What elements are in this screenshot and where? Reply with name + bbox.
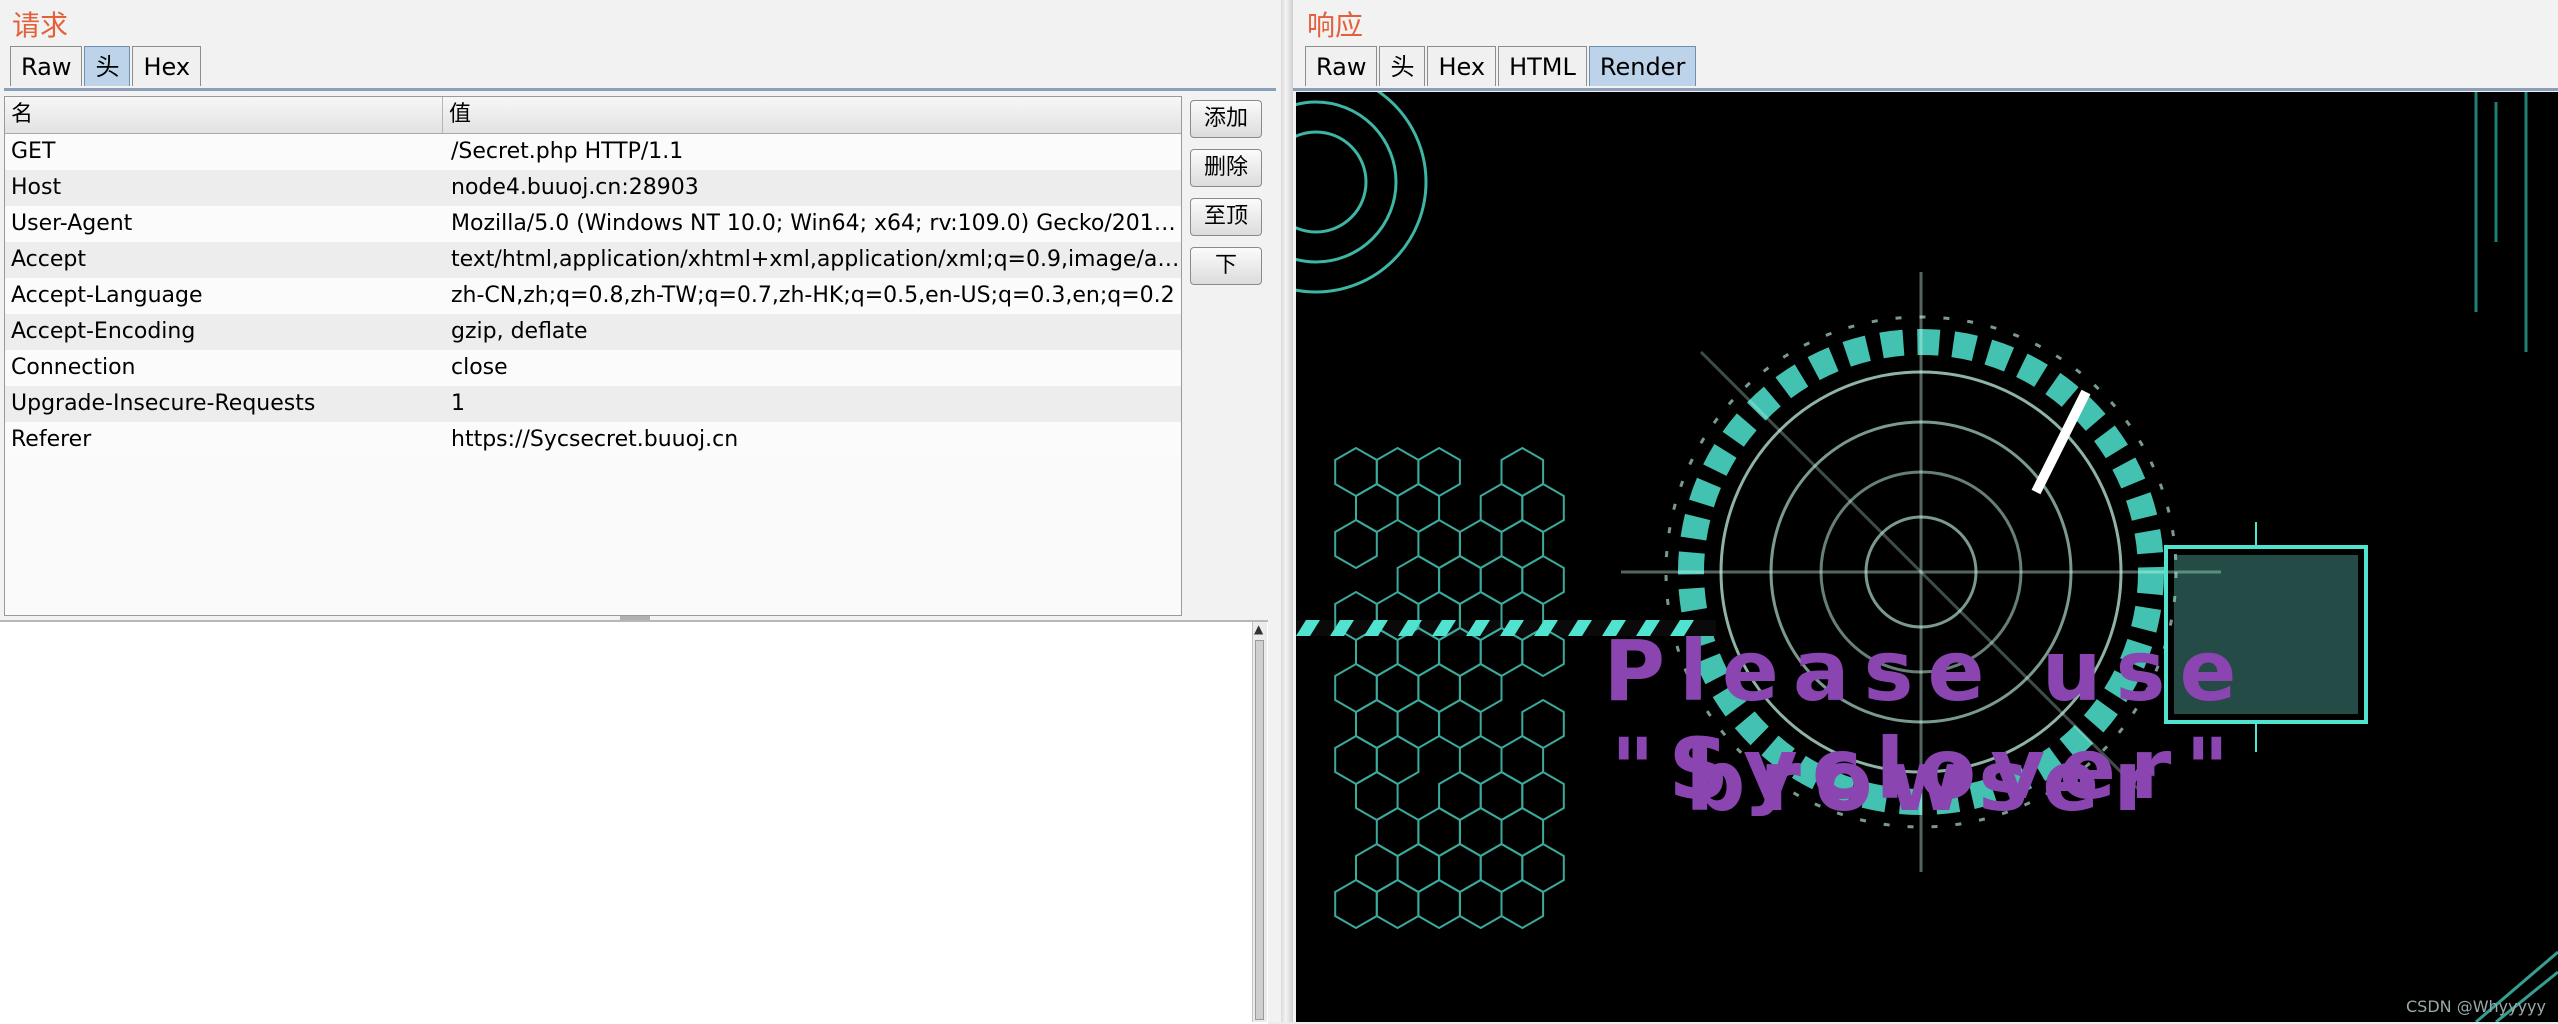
header-value-cell[interactable]: 1 bbox=[445, 386, 1181, 422]
table-row[interactable]: Upgrade-Insecure-Requests 1 bbox=[5, 386, 1181, 422]
table-row[interactable]: Accept text/html,application/xhtml+xml,ap… bbox=[5, 242, 1181, 278]
header-name-cell[interactable]: Host bbox=[5, 170, 445, 206]
tab-response-headers[interactable]: 头 bbox=[1379, 46, 1426, 86]
request-body-editor[interactable] bbox=[0, 620, 1268, 1024]
add-button[interactable]: 添加 bbox=[1190, 100, 1262, 138]
response-title: 响应 bbox=[1307, 9, 1364, 42]
render-view: Please use "Syclover" browser CSDN @Whyy… bbox=[1296, 92, 2558, 1022]
table-row[interactable]: Accept-Language zh-CN,zh;q=0.8,zh-TW;q=0.… bbox=[5, 278, 1181, 314]
header-value-cell[interactable]: zh-CN,zh;q=0.8,zh-TW;q=0.7,zh-HK;q=0.5,e… bbox=[445, 278, 1181, 314]
header-value-cell[interactable]: close bbox=[445, 350, 1181, 386]
request-title: 请求 bbox=[12, 9, 69, 42]
header-name-cell[interactable]: Accept bbox=[5, 242, 445, 278]
tab-request-hex[interactable]: Hex bbox=[132, 46, 202, 86]
table-body: GET/Secret.php HTTP/1.1 Host node4.buuoj.c… bbox=[5, 134, 1181, 458]
table-action-buttons: 添加 删除 至顶 下 bbox=[1190, 100, 1262, 285]
remove-button[interactable]: 删除 bbox=[1190, 149, 1262, 187]
header-value-cell[interactable]: /Secret.php HTTP/1.1 bbox=[445, 134, 1181, 170]
header-name-cell[interactable]: Upgrade-Insecure-Requests bbox=[5, 386, 445, 422]
header-name-cell[interactable]: Accept-Language bbox=[5, 278, 445, 314]
tab-response-html[interactable]: HTML bbox=[1498, 46, 1587, 86]
column-header-value[interactable]: 值 bbox=[443, 97, 471, 133]
table-row[interactable]: User-Agent Mozilla/5.0 (Windows NT 10.0; … bbox=[5, 206, 1181, 242]
move-top-button[interactable]: 至顶 bbox=[1190, 198, 1262, 236]
table-header: 名 值 bbox=[5, 97, 1181, 134]
tab-response-render[interactable]: Render bbox=[1588, 46, 1697, 86]
headers-table: 名 值 GET/Secret.php HTTP/1.1 Host node4.buu… bbox=[4, 96, 1182, 616]
body-scrollbar[interactable]: ▲ bbox=[1252, 622, 1267, 1022]
scroll-thumb[interactable] bbox=[1255, 640, 1264, 1020]
header-name-cell[interactable]: Accept-Encoding bbox=[5, 314, 445, 350]
hud-background-graphic bbox=[1296, 92, 2558, 1022]
column-header-name[interactable]: 名 bbox=[5, 97, 443, 133]
move-down-button[interactable]: 下 bbox=[1190, 247, 1262, 285]
response-tab-underline bbox=[1293, 88, 2558, 91]
request-pane: 请求 Raw 头 Hex 名 值 GET/Secret.php HTTP/1.1… bbox=[0, 0, 1281, 1024]
header-value-cell[interactable]: gzip, deflate bbox=[445, 314, 1181, 350]
scroll-up-icon[interactable]: ▲ bbox=[1254, 622, 1263, 636]
header-name-cell[interactable]: User-Agent bbox=[5, 206, 445, 242]
table-row[interactable]: Host node4.buuoj.cn:28903 bbox=[5, 170, 1181, 206]
tab-request-raw[interactable]: Raw bbox=[10, 46, 83, 86]
watermark: CSDN @Whyyyyy bbox=[2405, 997, 2546, 1016]
header-value-cell[interactable]: https://Sycsecret.buuoj.cn bbox=[445, 422, 1181, 458]
tab-underline bbox=[4, 88, 1276, 91]
header-name-cell[interactable]: Referer bbox=[5, 422, 445, 458]
table-row[interactable]: GET/Secret.php HTTP/1.1 bbox=[5, 134, 1181, 170]
request-tabs: Raw 头 Hex bbox=[10, 46, 203, 86]
header-value-cell[interactable]: node4.buuoj.cn:28903 bbox=[445, 170, 1181, 206]
tab-response-hex[interactable]: Hex bbox=[1427, 46, 1497, 86]
response-tabs: Raw 头 Hex HTML Render bbox=[1305, 46, 1698, 86]
pane-divider[interactable] bbox=[1281, 0, 1293, 1022]
header-name-cell[interactable]: GET bbox=[5, 134, 445, 170]
render-message-line2: browser bbox=[1685, 732, 2169, 830]
tab-response-raw[interactable]: Raw bbox=[1305, 46, 1378, 86]
table-row[interactable]: Accept-Encoding gzip, deflate bbox=[5, 314, 1181, 350]
header-name-cell[interactable]: Connection bbox=[5, 350, 445, 386]
header-value-cell[interactable]: Mozilla/5.0 (Windows NT 10.0; Win64; x64… bbox=[445, 206, 1181, 242]
tab-request-headers[interactable]: 头 bbox=[84, 46, 131, 86]
table-row[interactable]: Referer https://Sycsecret.buuoj.cn bbox=[5, 422, 1181, 458]
table-row[interactable]: Connection close bbox=[5, 350, 1181, 386]
header-value-cell[interactable]: text/html,application/xhtml+xml,applicat… bbox=[445, 242, 1181, 278]
